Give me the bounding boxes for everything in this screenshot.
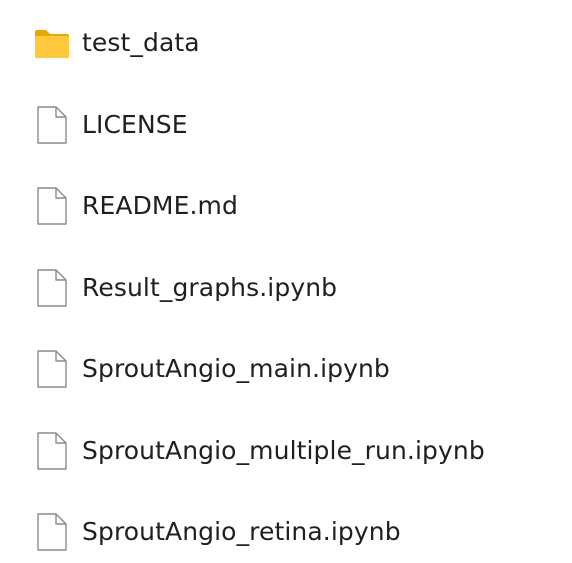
file-icon xyxy=(33,267,71,309)
file-icon xyxy=(33,185,71,227)
file-name: SproutAngio_main.ipynb xyxy=(82,353,390,383)
file-item-license[interactable]: LICENSE xyxy=(28,99,548,151)
file-item-sproutangio-multiple-run[interactable]: SproutAngio_multiple_run.ipynb xyxy=(28,425,548,477)
file-icon xyxy=(33,104,71,146)
folder-item-test-data[interactable]: test_data xyxy=(28,17,548,69)
file-list: test_data LICENSE README.md Result_graph… xyxy=(0,0,572,563)
file-name: test_data xyxy=(82,27,200,57)
file-name: SproutAngio_multiple_run.ipynb xyxy=(82,435,485,465)
file-item-sproutangio-retina[interactable]: SproutAngio_retina.ipynb xyxy=(28,506,548,558)
file-name: Result_graphs.ipynb xyxy=(82,272,338,302)
file-item-result-graphs[interactable]: Result_graphs.ipynb xyxy=(28,262,548,314)
folder-icon xyxy=(33,22,71,64)
file-item-sproutangio-main[interactable]: SproutAngio_main.ipynb xyxy=(28,343,548,395)
file-icon xyxy=(33,511,71,553)
file-name: LICENSE xyxy=(82,109,188,139)
file-icon xyxy=(33,430,71,472)
file-name: SproutAngio_retina.ipynb xyxy=(82,516,401,546)
file-item-readme[interactable]: README.md xyxy=(28,180,548,232)
file-icon xyxy=(33,348,71,390)
file-name: README.md xyxy=(82,190,238,220)
